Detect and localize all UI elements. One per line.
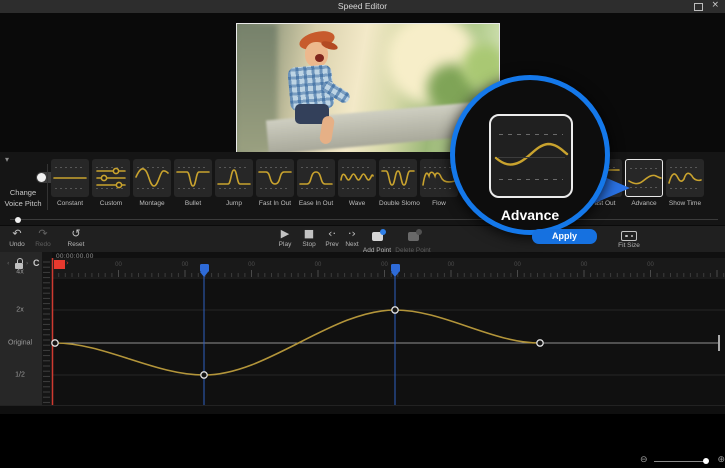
reset-icon: ↺ (62, 228, 90, 240)
preset-ease-in-out[interactable]: Ease In Out (297, 159, 335, 207)
chevron-left-icon: ‹ (7, 260, 9, 267)
preset-label: Fast In Out (256, 200, 294, 207)
preset-label: Wave (338, 200, 376, 207)
add-point-button[interactable]: Add Point (360, 228, 394, 254)
ruler-ticks: 00 00 00 00 00 00 00 00 00 (52, 258, 725, 277)
svg-text:00: 00 (448, 262, 455, 268)
preset-double-slomo[interactable]: Double Slomo (379, 159, 417, 207)
preset-thumbnail[interactable] (133, 159, 171, 197)
maximize-icon[interactable] (694, 3, 703, 11)
undo-icon: ↶ (4, 228, 30, 240)
scale-label-4x: 4x (0, 269, 40, 276)
zoom-in-icon[interactable]: ⊕ (717, 455, 725, 465)
keyframe-marker-pin[interactable] (391, 264, 400, 272)
scale-ticks (42, 258, 52, 405)
preset-thumbnail[interactable] (297, 159, 335, 197)
fit-size-button[interactable]: Fit Size (618, 229, 640, 249)
preset-jump[interactable]: Jump (215, 159, 253, 207)
preset-wave[interactable]: Wave (338, 159, 376, 207)
preset-thumbnail[interactable] (51, 159, 89, 197)
preset-scrollbar[interactable] (10, 219, 718, 220)
preset-show-time[interactable]: Show Time (666, 159, 704, 207)
zoom-slider-handle[interactable] (703, 458, 709, 464)
svg-text:00: 00 (581, 262, 588, 268)
zoom-slider-track[interactable] (654, 461, 706, 462)
timeline: ‹ › C 00:00:00.00 000000000000000000 › 4… (0, 252, 725, 405)
delete-point-icon (408, 232, 419, 241)
fit-size-icon (621, 231, 637, 241)
play-button[interactable]: ▶Play (272, 228, 298, 248)
redo-button[interactable]: ↷Redo (30, 228, 56, 248)
delete-point-button[interactable]: Delete Point (394, 228, 432, 254)
preset-thumbnail[interactable] (379, 159, 417, 197)
preset-label: Ease In Out (297, 200, 335, 207)
preset-label: Montage (133, 200, 171, 207)
playhead-arrow-icon: › (66, 259, 69, 267)
window-title: Speed Editor (0, 1, 725, 11)
center-guide (497, 157, 565, 158)
preset-scrollbar-handle[interactable] (15, 217, 21, 223)
svg-text:00: 00 (182, 262, 189, 268)
preset-montage[interactable]: Montage (133, 159, 171, 207)
playhead-grip[interactable] (54, 260, 65, 269)
svg-text:00: 00 (315, 262, 322, 268)
preset-thumbnail[interactable] (666, 159, 704, 197)
preview-stage (0, 14, 725, 152)
svg-text:00: 00 (115, 262, 122, 268)
preset-label: Double Slomo (379, 200, 417, 207)
preset-label: Flow (420, 200, 458, 207)
speed-graph[interactable] (0, 277, 725, 405)
preset-fast-in-out[interactable]: Fast In Out (256, 159, 294, 207)
dashed-guide (499, 179, 563, 180)
svg-text:00: 00 (647, 262, 654, 268)
preset-label: Jump (215, 200, 253, 207)
preset-bullet[interactable]: Bullet (174, 159, 212, 207)
add-point-icon (372, 232, 383, 241)
magnified-curve (491, 116, 571, 196)
dashed-guide (499, 134, 563, 135)
undo-button[interactable]: ↶Undo (4, 228, 30, 248)
curve-tool-icon[interactable]: C (33, 258, 40, 268)
preset-custom[interactable]: Custom (92, 159, 130, 207)
preset-label: Constant (51, 200, 89, 207)
magnified-preset-thumbnail (489, 114, 573, 198)
preset-thumbnail[interactable] (92, 159, 130, 197)
magnifier-circle: Advance (450, 75, 610, 235)
stop-icon: ■ (296, 228, 322, 240)
preset-label: Bullet (174, 200, 212, 207)
svg-text:00: 00 (248, 262, 255, 268)
magnified-preset-label: Advance (455, 207, 605, 223)
preset-thumbnail[interactable] (256, 159, 294, 197)
title-bar: Speed Editor × (0, 0, 725, 14)
zoom-slider: ⊖ ⊕ (640, 456, 725, 468)
preset-label: Show Time (666, 200, 704, 207)
preset-constant[interactable]: Constant (51, 159, 89, 207)
child-mouth (315, 54, 324, 62)
preset-thumbnail[interactable] (215, 159, 253, 197)
preset-thumbnail[interactable] (338, 159, 376, 197)
preset-thumbnail[interactable] (174, 159, 212, 197)
close-icon[interactable]: × (711, 0, 719, 10)
svg-text:00: 00 (381, 262, 388, 268)
preset-label: Custom (92, 200, 130, 207)
svg-text:00: 00 (514, 262, 521, 268)
chevron-right-icon: › (26, 260, 28, 267)
toolbar: ↶Undo ↷Redo ↺Reset ▶Play ■Stop ‹·Prev ·›… (0, 225, 725, 253)
reset-button[interactable]: ↺Reset (62, 228, 90, 248)
zoom-out-icon[interactable]: ⊖ (640, 455, 648, 465)
keyframe-marker-pin[interactable] (200, 264, 209, 272)
apply-button[interactable]: Apply (532, 229, 597, 244)
play-icon: ▶ (272, 228, 298, 240)
stop-button[interactable]: ■Stop (296, 228, 322, 248)
redo-icon: ↷ (30, 228, 56, 240)
